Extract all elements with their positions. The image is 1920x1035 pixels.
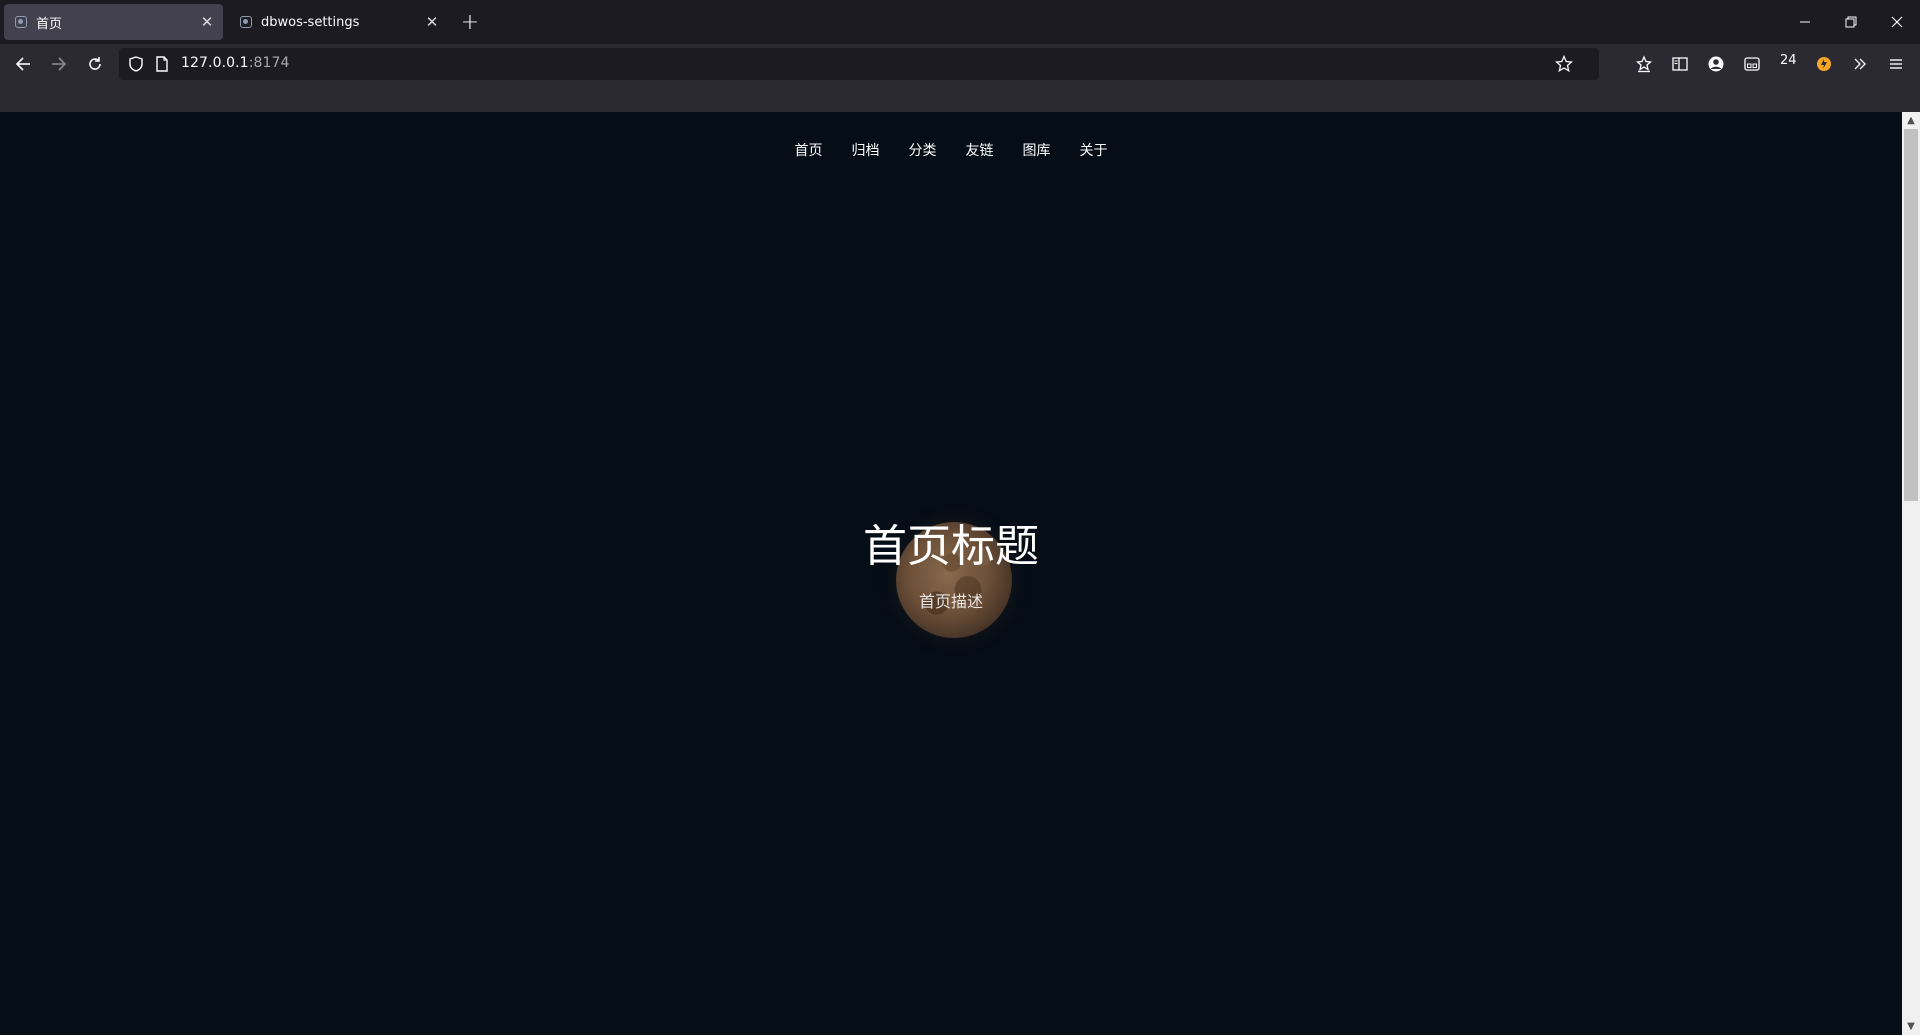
navigation-toolbar: 127.0.0.1:8174 24 xyxy=(0,44,1920,84)
page-icon xyxy=(156,56,168,72)
extension-box-icon xyxy=(1744,57,1760,71)
account-button[interactable] xyxy=(1702,50,1730,78)
page-scrollbar[interactable]: ▲ ▼ xyxy=(1902,112,1920,1035)
extension-button[interactable] xyxy=(1810,50,1838,78)
nav-link-about[interactable]: 关于 xyxy=(1080,141,1108,161)
scrollbar-thumb[interactable] xyxy=(1904,129,1918,501)
site-navigation: 首页 归档 分类 友链 图库 关于 xyxy=(0,141,1902,161)
scroll-up-arrow-icon[interactable]: ▲ xyxy=(1902,112,1920,129)
hero-title: 首页标题 xyxy=(863,521,1039,572)
extension-reader-button[interactable] xyxy=(1738,50,1766,78)
page-favicon-icon xyxy=(15,16,27,28)
close-icon xyxy=(1891,16,1903,28)
shield-icon xyxy=(129,56,143,72)
minimize-icon xyxy=(1800,21,1810,23)
nav-link-archive[interactable]: 归档 xyxy=(852,141,880,161)
tab-dbwos-settings[interactable]: dbwos-settings ✕ xyxy=(229,4,448,40)
restore-icon xyxy=(1845,16,1857,28)
account-avatar-icon xyxy=(1708,56,1724,72)
extension-logo-icon xyxy=(1817,57,1831,71)
address-bar[interactable]: 127.0.0.1:8174 xyxy=(119,48,1599,80)
tab-title: dbwos-settings xyxy=(261,14,360,30)
bookmarks-toolbar xyxy=(0,84,1920,112)
arrow-left-icon xyxy=(15,57,30,71)
page-favicon-icon xyxy=(240,16,252,28)
url-port: :8174 xyxy=(248,55,290,71)
arrow-right-icon xyxy=(52,57,67,71)
new-tab-button[interactable]: + xyxy=(458,10,482,35)
bookmarks-button[interactable] xyxy=(1630,50,1658,78)
nav-link-categories[interactable]: 分类 xyxy=(909,141,937,161)
restore-button[interactable] xyxy=(1828,6,1874,38)
bookmarks-star-icon xyxy=(1635,55,1653,73)
tab-strip: 首页 ✕ dbwos-settings ✕ + xyxy=(0,0,1920,44)
chevrons-right-icon xyxy=(1854,58,1866,70)
url-text[interactable]: 127.0.0.1:8174 xyxy=(181,55,290,71)
bookmark-star-icon xyxy=(1555,55,1573,73)
page-viewport: 首页 归档 分类 友链 图库 关于 首页标题 首页描述 xyxy=(0,112,1902,1035)
nav-link-friends[interactable]: 友链 xyxy=(966,141,994,161)
reload-icon xyxy=(89,57,101,70)
url-host: 127.0.0.1 xyxy=(181,55,249,71)
minimize-button[interactable] xyxy=(1782,6,1828,38)
tab-title: 首页 xyxy=(36,16,63,32)
close-tab-icon[interactable]: ✕ xyxy=(420,10,444,34)
tab-home[interactable]: 首页 ✕ xyxy=(4,4,223,40)
hamburger-menu-icon xyxy=(1890,59,1902,69)
overflow-menu-button[interactable] xyxy=(1846,50,1874,78)
sidebar-icon xyxy=(1672,57,1688,71)
scroll-down-arrow-icon[interactable]: ▼ xyxy=(1902,1018,1920,1035)
nav-link-home[interactable]: 首页 xyxy=(795,141,823,161)
app-menu-button[interactable] xyxy=(1882,50,1910,78)
sidebar-button[interactable] xyxy=(1666,50,1694,78)
extension-count-badge[interactable]: 24 xyxy=(1780,53,1797,68)
close-tab-icon[interactable]: ✕ xyxy=(195,10,219,34)
forward-button[interactable] xyxy=(45,50,73,78)
back-button[interactable] xyxy=(9,50,37,78)
close-window-button[interactable] xyxy=(1874,6,1920,38)
hero-description: 首页描述 xyxy=(918,592,983,611)
nav-link-gallery[interactable]: 图库 xyxy=(1023,141,1051,161)
reload-button[interactable] xyxy=(81,50,109,78)
